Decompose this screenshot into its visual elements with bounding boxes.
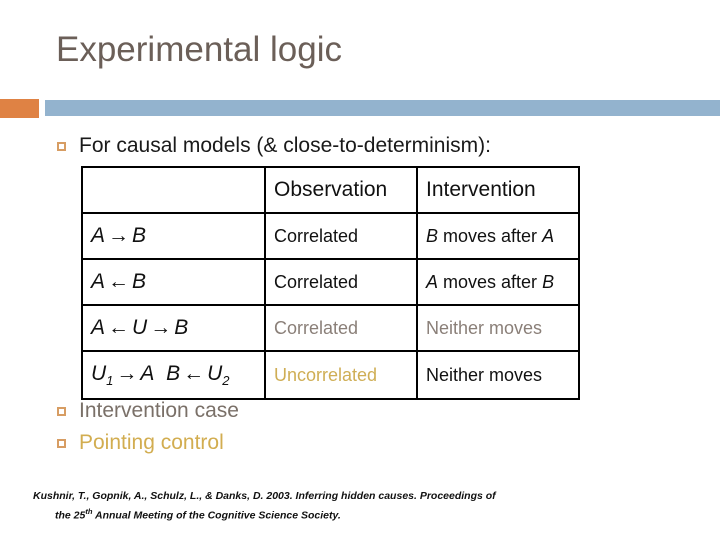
- citation-line-2-post: Annual Meeting of the Cognitive Science …: [92, 509, 341, 522]
- observation-value: Uncorrelated: [274, 364, 378, 385]
- model-var-u2-subscript: 2: [222, 373, 230, 389]
- square-bullet-icon: [57, 439, 66, 448]
- cell-intervention: B moves after A: [416, 212, 580, 260]
- cell-intervention: Neither moves: [416, 304, 580, 352]
- accent-block-orange: [0, 99, 39, 118]
- model-var-b: B: [132, 270, 147, 293]
- intervention-value: Neither moves: [426, 317, 543, 338]
- table-row: A ← B Correlated A moves after B: [81, 258, 580, 306]
- bullet-item-pointing-control: Pointing control: [57, 430, 224, 456]
- table-row: A ← U → B Correlated Neither moves: [81, 304, 580, 352]
- cell-observation: Correlated: [264, 212, 418, 260]
- table-header-row: Observation Intervention: [81, 166, 580, 214]
- intervention-phrase: moves after: [438, 271, 543, 292]
- table-row: U1 → A B ← U2 Uncorrelated Neither moves: [81, 350, 580, 400]
- cell-observation: Uncorrelated: [264, 350, 418, 400]
- model-expression: A → B: [91, 224, 146, 247]
- intervention-var-2: A: [542, 225, 555, 246]
- square-bullet-icon: [57, 142, 66, 151]
- intervention-var-2: B: [542, 271, 555, 292]
- intervention-var-1: B: [426, 225, 439, 246]
- model-var-a: A: [140, 361, 155, 385]
- model-var-u: U: [132, 316, 148, 339]
- intervention-value: Neither moves: [426, 364, 543, 385]
- table-row: A → B Correlated B moves after A: [81, 212, 580, 260]
- model-expression: A ← B: [91, 270, 146, 293]
- cell-intervention: A moves after B: [416, 258, 580, 306]
- model-var-b: B: [174, 316, 189, 339]
- intervention-value: A moves after B: [426, 272, 554, 292]
- model-var-a: A: [91, 270, 106, 293]
- bullet-label: Pointing control: [79, 431, 224, 454]
- model-var-a: A: [91, 316, 106, 339]
- observation-value: Correlated: [274, 317, 359, 338]
- model-var-b: B: [132, 224, 147, 247]
- intervention-phrase: moves after: [438, 225, 543, 246]
- bullet-label: Intervention case: [79, 399, 239, 422]
- model-var-u2: U: [207, 361, 223, 385]
- observation-value: Correlated: [274, 225, 359, 246]
- intervention-var-1: A: [426, 271, 439, 292]
- arrow-left-icon: ←: [183, 361, 205, 385]
- cell-causal-model: U1 → A B ← U2: [81, 350, 266, 400]
- model-expression: A ← U → B: [91, 316, 188, 339]
- experimental-logic-table: Observation Intervention A → B Correlated …: [81, 166, 580, 400]
- citation-line-2: the 25th Annual Meeting of the Cognitive…: [33, 504, 693, 524]
- cell-causal-model: A ← U → B: [81, 304, 266, 352]
- citation-line-2-pre: the 25: [55, 509, 86, 522]
- citation-line-1: Kushnir, T., Gopnik, A., Schulz, L., & D…: [33, 490, 496, 502]
- bullet-item-intervention-case: Intervention case: [57, 398, 239, 424]
- column-header-model: [81, 166, 266, 214]
- arrow-left-icon: ←: [108, 270, 130, 293]
- model-var-a: A: [91, 224, 106, 247]
- citation-footer: Kushnir, T., Gopnik, A., Schulz, L., & D…: [33, 488, 693, 524]
- observation-value: Correlated: [274, 271, 359, 292]
- cell-intervention: Neither moves: [416, 350, 580, 400]
- title-divider: [0, 99, 720, 118]
- square-bullet-icon: [57, 407, 66, 416]
- cell-causal-model: A ← B: [81, 258, 266, 306]
- title-rule-bar-blue: [45, 100, 720, 116]
- bullet-item-causal-models: For causal models (& close-to-determinis…: [57, 133, 491, 159]
- column-header-intervention: Intervention: [416, 166, 580, 214]
- bullet-label: For causal models (& close-to-determinis…: [79, 134, 491, 157]
- cell-observation: Correlated: [264, 304, 418, 352]
- model-var-b: B: [166, 361, 181, 385]
- arrow-right-icon: →: [150, 316, 172, 339]
- intervention-value: B moves after A: [426, 226, 554, 246]
- cell-causal-model: A → B: [81, 212, 266, 260]
- arrow-right-icon: →: [108, 224, 130, 247]
- cell-observation: Correlated: [264, 258, 418, 306]
- model-expression: U1 → A B ← U2: [91, 361, 230, 389]
- arrow-left-icon: ←: [108, 316, 130, 339]
- column-header-observation: Observation: [264, 166, 418, 214]
- page-title: Experimental logic: [56, 30, 342, 69]
- arrow-right-icon: →: [116, 361, 138, 385]
- model-var-u1: U: [91, 361, 107, 385]
